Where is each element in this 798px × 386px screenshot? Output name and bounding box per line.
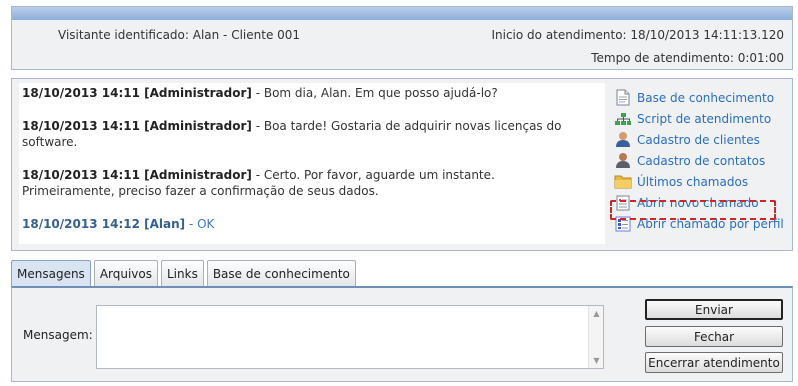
link-cadastro-clientes[interactable]: Cadastro de clientes [614, 129, 792, 150]
form-icon [614, 194, 632, 212]
link-label: Abrir chamado por perfil [637, 216, 784, 231]
list-icon [614, 215, 632, 233]
visitor-info: Visitante identificado: Alan - Cliente 0… [58, 28, 301, 42]
panel-title-bar [12, 7, 792, 20]
message-meta: 18/10/2013 14:11 [Administrador] [22, 119, 252, 133]
link-base-conhecimento[interactable]: Base de conhecimento [614, 87, 792, 108]
tab-bar: Mensagens Arquivos Links Base de conheci… [11, 260, 359, 286]
session-info-panel: Visitante identificado: Alan - Cliente 0… [11, 6, 793, 70]
chat-message: 18/10/2013 14:11 [Administrador] - Bom d… [22, 85, 602, 101]
message-label: Mensagem: [23, 328, 93, 342]
message-meta: 18/10/2013 14:11 [Administrador] [22, 168, 252, 182]
link-label: Script de atendimento [637, 111, 772, 126]
quick-links: Base de conhecimento Script de atendimen… [610, 87, 792, 234]
tab-base-conhecimento[interactable]: Base de conhecimento [206, 260, 356, 286]
scroll-up-icon[interactable]: ▲ [589, 306, 604, 321]
message-meta: 18/10/2013 14:11 [Administrador] [22, 86, 252, 100]
scroll-down-icon[interactable]: ▼ [589, 353, 604, 368]
start-time: Inicio do atendimento: 18/10/2013 14:11:… [491, 28, 784, 42]
duration: Tempo de atendimento: 0:01:00 [591, 51, 784, 65]
link-abrir-chamado-perfil[interactable]: Abrir chamado por perfil [614, 213, 792, 234]
sitemap-icon [614, 110, 632, 128]
tab-mensagens[interactable]: Mensagens [11, 260, 91, 286]
chat-message: 18/10/2013 14:11 [Administrador] - Certo… [22, 167, 602, 199]
link-abrir-novo-chamado[interactable]: Abrir novo chamado [614, 192, 792, 213]
link-label: Abrir novo chamado [637, 195, 759, 210]
user-icon [614, 131, 632, 149]
link-label: Base de conhecimento [637, 90, 775, 105]
link-ultimos-chamados[interactable]: Últimos chamados [614, 171, 792, 192]
message-form: Mensagem: ▲ ▼ Enviar Fechar Encerrar ate… [11, 286, 793, 382]
chat-message: 18/10/2013 14:11 [Administrador] - Boa t… [22, 118, 602, 150]
chat-panel: 18/10/2013 14:11 [Administrador] - Bom d… [11, 78, 793, 251]
message-text: - OK [185, 217, 215, 231]
message-input[interactable] [96, 305, 604, 369]
message-text: - Certo. Por favor, aguarde um instante. [251, 168, 495, 182]
message-text-line2: Primeiramente, preciso fazer a confirmaç… [22, 184, 379, 198]
link-label: Cadastro de clientes [637, 132, 760, 147]
link-script-atendimento[interactable]: Script de atendimento [614, 108, 792, 129]
document-icon [614, 89, 632, 107]
scrollbar-track: ▲ ▼ [588, 306, 603, 368]
tab-links[interactable]: Links [161, 260, 204, 286]
folder-icon [614, 173, 632, 191]
send-button[interactable]: Enviar [645, 299, 783, 320]
link-cadastro-contatos[interactable]: Cadastro de contatos [614, 150, 792, 171]
message-text: - Bom dia, Alan. Em que posso ajudá-lo? [251, 86, 498, 100]
link-label: Últimos chamados [637, 174, 749, 189]
message-meta: 18/10/2013 14:12 [Alan] [22, 217, 186, 231]
contact-icon [614, 152, 632, 170]
chat-message: 18/10/2013 14:12 [Alan] - OK [22, 216, 602, 232]
message-scrollbar[interactable]: ▲ ▼ [588, 306, 603, 368]
chat-log: 18/10/2013 14:11 [Administrador] - Bom d… [19, 83, 605, 244]
close-button[interactable]: Fechar [645, 326, 783, 347]
link-label: Cadastro de contatos [637, 153, 766, 168]
end-session-button[interactable]: Encerrar atendimento [645, 352, 783, 373]
tab-arquivos[interactable]: Arquivos [93, 260, 158, 286]
